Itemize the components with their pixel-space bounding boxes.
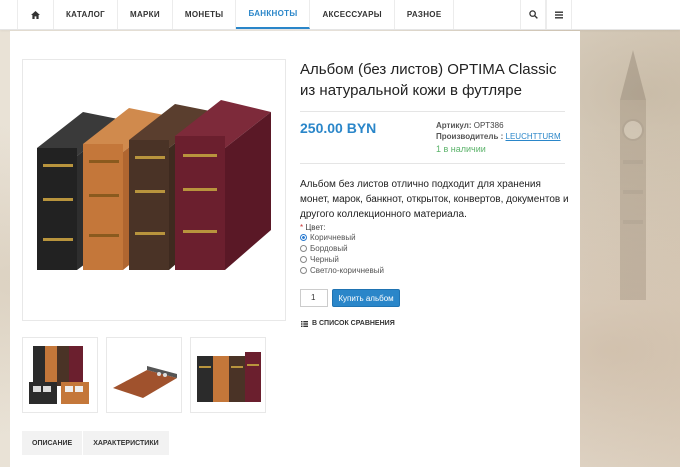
radio-icon[interactable]: [300, 256, 307, 263]
product-main-image[interactable]: [22, 59, 286, 321]
nav-item-catalog[interactable]: КАТАЛОГ: [54, 0, 118, 29]
search-icon[interactable]: [520, 0, 546, 29]
binder-burgundy: [175, 100, 271, 270]
product-thumbnail-3[interactable]: [190, 337, 266, 413]
big-ben-illustration: [620, 50, 646, 300]
stock-status: 1 в наличии: [436, 144, 486, 154]
color-option-burgundy[interactable]: Бордовый: [300, 244, 348, 253]
menu-icon[interactable]: [546, 0, 572, 29]
nav-item-accessories[interactable]: АКСЕССУАРЫ: [310, 0, 395, 29]
product-title: Альбом (без листов) OPTIMA Classic из на…: [300, 61, 557, 99]
product-tabs: ОПИСАНИЕ ХАРАКТЕРИСТИКИ: [22, 431, 169, 455]
article-row: Артикул: OPT386: [436, 121, 504, 130]
product-description: Альбом без листов отлично подходит для х…: [300, 179, 569, 220]
article-value: OPT386: [473, 121, 504, 130]
product-price: 250.00 BYN: [300, 120, 377, 136]
nav-item-misc[interactable]: РАЗНОЕ: [395, 0, 455, 29]
radio-icon[interactable]: [300, 245, 307, 252]
color-option-black[interactable]: Черный: [300, 255, 339, 264]
manufacturer-label: Производитель :: [436, 132, 504, 141]
quantity-input[interactable]: 1: [300, 289, 328, 307]
product-thumbnail-2[interactable]: [106, 337, 182, 413]
product-thumbnail-1[interactable]: [22, 337, 98, 413]
nav-item-banknotes[interactable]: БАНКНОТЫ: [236, 0, 311, 29]
divider: [300, 111, 565, 112]
manufacturer-row: Производитель : LEUCHTTURM: [436, 132, 561, 141]
add-to-compare-link[interactable]: В СПИСОК СРАВНЕНИЯ: [301, 320, 395, 327]
color-option-brown[interactable]: Коричневый: [300, 233, 356, 242]
divider: [300, 163, 565, 164]
nav-item-stamps[interactable]: МАРКИ: [118, 0, 173, 29]
compare-label: В СПИСОК СРАВНЕНИЯ: [312, 320, 395, 327]
tab-description[interactable]: ОПИСАНИЕ: [22, 431, 83, 455]
home-icon[interactable]: [17, 0, 54, 29]
radio-icon[interactable]: [300, 267, 307, 274]
article-label: Артикул:: [436, 121, 472, 130]
top-navigation: КАТАЛОГ МАРКИ МОНЕТЫ БАНКНОТЫ АКСЕССУАРЫ…: [0, 0, 680, 30]
list-icon: [301, 320, 308, 327]
color-label-text: Цвет:: [305, 223, 326, 232]
manufacturer-link[interactable]: LEUCHTTURM: [506, 132, 561, 141]
radio-icon[interactable]: [300, 234, 307, 241]
color-option-light-brown[interactable]: Светло-коричневый: [300, 266, 384, 275]
buy-button[interactable]: Купить альбом: [332, 289, 400, 307]
nav-item-coins[interactable]: МОНЕТЫ: [173, 0, 237, 29]
tab-specifications[interactable]: ХАРАКТЕРИСТИКИ: [83, 431, 169, 455]
color-label: * Цвет:: [300, 223, 326, 232]
required-mark: *: [300, 223, 304, 232]
product-panel: Альбом (без листов) OPTIMA Classic из на…: [10, 31, 580, 467]
